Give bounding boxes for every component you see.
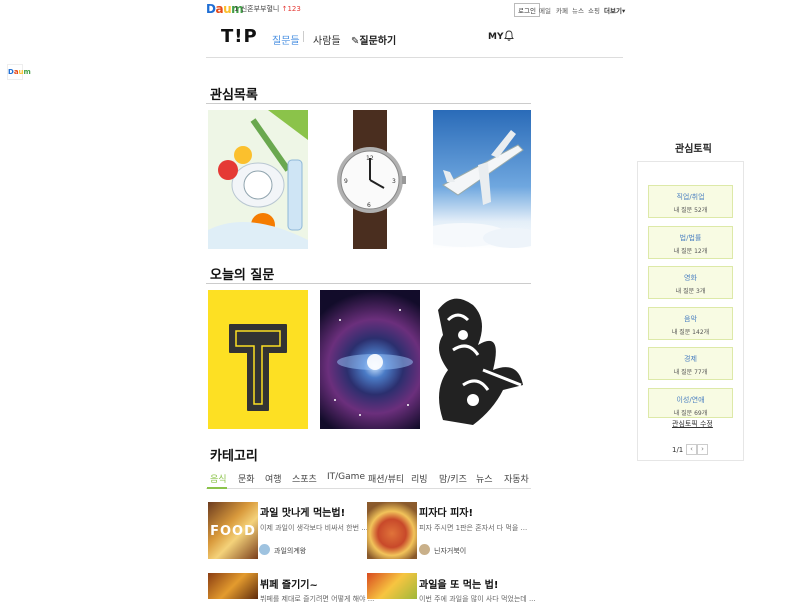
card-title-fruit[interactable]: 과일 맛나게 먹는법! xyxy=(260,504,345,519)
interest-divider xyxy=(206,103,531,104)
ask-question-button[interactable]: ✎질문하기 xyxy=(351,32,396,47)
topic-name: 법/법률 xyxy=(679,234,702,242)
today-image-galaxy[interactable] xyxy=(320,290,420,429)
today-image-t-logo[interactable] xyxy=(208,290,308,429)
category-tab-fashion[interactable]: 패션/뷰티 xyxy=(368,472,404,485)
topic-pager: 1/1 xyxy=(672,446,683,454)
category-title: 카테고리 xyxy=(210,449,258,464)
card-title-fruit2[interactable]: 과일을 또 먹는 법! xyxy=(419,576,498,591)
svg-text:9: 9 xyxy=(344,178,348,185)
category-tab-travel[interactable]: 여행 xyxy=(265,472,282,485)
edit-topics-link[interactable]: 관심토픽 수정 xyxy=(672,419,713,429)
cafe-link[interactable]: 카페 xyxy=(556,5,568,15)
floating-daum-logo[interactable]: Daum xyxy=(7,64,31,80)
today-image-illustration[interactable] xyxy=(433,290,531,429)
chevron-left-icon[interactable]: ‹ xyxy=(686,444,697,455)
more-link[interactable]: 더보기▾ xyxy=(604,5,625,15)
my-menu[interactable]: MY xyxy=(488,32,503,42)
tip-logo[interactable]: T!P xyxy=(221,26,258,47)
nav-questions[interactable]: 질문들 xyxy=(272,32,300,47)
caret-down-icon: ▾ xyxy=(621,7,626,15)
category-active-indicator xyxy=(207,487,227,489)
topic-count: 내 질문 12개 xyxy=(673,248,708,255)
category-tab-food[interactable]: 음식 xyxy=(210,472,227,485)
topic-name: 음악 xyxy=(684,315,697,323)
category-tab-culture[interactable]: 문화 xyxy=(238,472,255,485)
card-user-pizza[interactable]: 닌자거북이 xyxy=(434,546,466,556)
interest-image-watch[interactable]: 12 6 9 3 xyxy=(320,110,420,249)
avatar[interactable] xyxy=(419,544,430,555)
category-tab-car[interactable]: 자동차 xyxy=(504,472,529,485)
login-button[interactable]: 로그인 xyxy=(514,3,540,17)
topic-name: 직업/취업 xyxy=(676,193,705,201)
today-divider xyxy=(206,283,531,284)
card-user-fruit[interactable]: 과일의계왕 xyxy=(274,546,306,556)
today-title: 오늘의 질문 xyxy=(210,268,275,283)
thumb-text: FOOD xyxy=(210,524,256,539)
bell-icon[interactable] xyxy=(504,30,514,44)
header-divider xyxy=(206,57,623,58)
interest-title: 관심목록 xyxy=(210,88,258,103)
topic-count: 내 질문 77개 xyxy=(673,369,708,376)
topic-count: 내 질문 69개 xyxy=(673,410,708,417)
category-tab-kids[interactable]: 맘/키즈 xyxy=(439,472,467,485)
card-thumb-buffet[interactable] xyxy=(208,573,258,599)
ask-label: 질문하기 xyxy=(359,36,397,47)
chevron-right-icon[interactable]: › xyxy=(697,444,708,455)
card-desc-fruit: 이제 과일이 생각보다 비싸서 한번 ... xyxy=(260,524,368,532)
avatar[interactable] xyxy=(259,544,270,555)
card-desc-buffet: 뷔페를 제대로 즐기려면 어떻게 해야 ... xyxy=(260,595,375,603)
topic-item-dating[interactable]: 이성/연애내 질문 69개 xyxy=(648,388,733,418)
mail-link[interactable]: 메일 xyxy=(539,5,551,15)
topic-name: 영화 xyxy=(684,274,697,282)
more-label: 더보기 xyxy=(604,7,622,15)
topic-panel-title: 관심토픽 xyxy=(675,144,712,155)
topic-count: 내 질문 52개 xyxy=(673,207,708,214)
topic-item-movie[interactable]: 영화내 질문 3개 xyxy=(648,266,733,299)
card-thumb-fruit2[interactable] xyxy=(367,573,417,599)
news-link[interactable]: 뉴스 xyxy=(572,5,584,15)
nav-divider xyxy=(303,31,304,42)
topic-count: 내 질문 3개 xyxy=(675,288,706,295)
card-thumb-pizza[interactable] xyxy=(367,502,417,559)
card-desc-fruit2: 이번 주에 과일을 많이 사다 먹었는데 ... xyxy=(419,595,536,603)
category-tab-it-game[interactable]: IT/Game xyxy=(327,472,365,482)
interest-image-airplane[interactable] xyxy=(433,110,531,249)
nav-people[interactable]: 사람들 xyxy=(313,32,341,47)
card-title-buffet[interactable]: 뷔페 즐기기~ xyxy=(260,576,318,591)
category-tab-news[interactable]: 뉴스 xyxy=(476,472,493,485)
topic-count: 내 질문 142개 xyxy=(671,329,710,336)
topic-item-law[interactable]: 법/법률내 질문 12개 xyxy=(648,226,733,259)
svg-text:6: 6 xyxy=(367,202,371,209)
realtime-rank[interactable]: 1 신혼부부혈니 ↑123 xyxy=(234,4,301,14)
rank-keyword: 신혼부부혈니 xyxy=(240,5,280,13)
rank-change: 123 xyxy=(287,5,301,13)
card-thumb-fruit[interactable]: FOOD xyxy=(208,502,258,559)
card-desc-pizza: 피자 주시면 1판은 혼자서 다 먹을 ... xyxy=(419,524,528,532)
topic-item-economy[interactable]: 경제내 질문 77개 xyxy=(648,347,733,380)
shopping-link[interactable]: 쇼핑 xyxy=(588,5,600,15)
category-tab-sports[interactable]: 스포츠 xyxy=(292,472,317,485)
rank-number: 1 xyxy=(234,5,239,13)
category-divider xyxy=(206,488,531,489)
category-tab-living[interactable]: 리빙 xyxy=(411,472,428,485)
interest-image-health[interactable] xyxy=(208,110,308,249)
topic-item-job[interactable]: 직업/취업내 질문 52개 xyxy=(648,185,733,218)
svg-text:3: 3 xyxy=(392,178,396,185)
topic-item-music[interactable]: 음악내 질문 142개 xyxy=(648,307,733,340)
topic-name: 이성/연애 xyxy=(676,396,705,404)
card-title-pizza[interactable]: 피자다 피자! xyxy=(419,504,473,519)
page-indicator: 1/1 xyxy=(672,446,684,454)
svg-text:12: 12 xyxy=(366,155,374,162)
topic-name: 경제 xyxy=(684,355,697,363)
